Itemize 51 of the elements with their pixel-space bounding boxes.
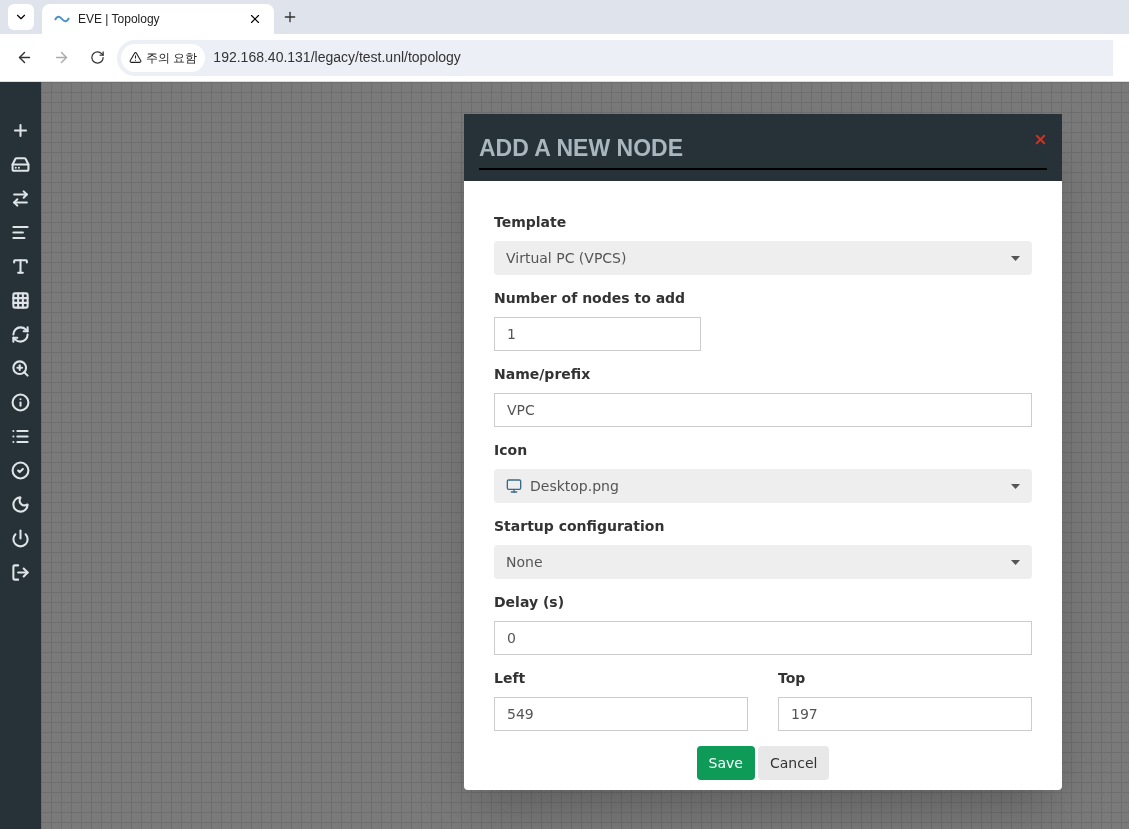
input-field[interactable]: 549 [494,697,748,731]
field-label: Startup configuration [494,517,666,536]
new-tab-icon[interactable] [282,9,298,25]
caret-icon [1011,559,1020,565]
list-icon[interactable] [11,427,30,446]
field-label: Icon [494,441,529,460]
field-label: Delay (s) [494,593,566,612]
zoom-icon[interactable] [11,359,30,378]
url-text: 192.168.40.131/legacy/test.unl/topology [213,48,461,67]
close-icon[interactable] [248,12,262,26]
field-label: Name/prefix [494,365,592,384]
add-icon[interactable] [11,121,30,140]
field-label: Number of nodes to add [494,289,687,308]
field-label: Left [494,669,527,688]
lines-icon[interactable] [11,223,30,242]
select-field[interactable]: None [494,545,1032,579]
letter-icon[interactable] [11,257,30,276]
swap-arrows-icon[interactable] [11,189,30,208]
refresh-icon[interactable] [11,325,30,344]
input-field[interactable]: 0 [494,621,1032,655]
select-value: Desktop.png [530,476,619,496]
select-field[interactable]: Virtual PC (VPCS) [494,241,1032,275]
input-field[interactable]: 1 [494,317,701,351]
input-field[interactable]: VPC [494,393,1032,427]
input-field[interactable]: 197 [778,697,1032,731]
select-value: None [506,552,543,572]
security-chip[interactable]: 주의 요함 [121,43,206,72]
drive-icon[interactable] [11,155,30,174]
address-bar[interactable]: 주의 요함 192.168.40.131/legacy/test.unl/topology [117,39,1113,76]
select-field[interactable]: Desktop.png [494,469,1032,503]
power-icon[interactable] [11,529,30,548]
back-icon[interactable] [16,49,33,66]
field-label: Template [494,213,568,232]
logout-icon[interactable] [11,563,30,582]
save-button[interactable]: Save [696,746,755,780]
dialog-title: ADD A NEW NODE [479,131,1047,170]
check-circle-icon[interactable] [11,461,30,480]
caret-icon [1011,255,1020,261]
eve-logo-icon [54,14,70,24]
tab-list-button[interactable] [8,4,34,30]
select-value: Virtual PC (VPCS) [506,248,627,268]
warning-icon [129,51,142,64]
tab-title: EVE | Topology [78,11,161,28]
moon-icon[interactable] [11,495,30,514]
caret-icon [1011,483,1020,489]
grid-icon[interactable] [11,291,30,310]
reload-icon[interactable] [90,50,105,65]
browser-tab[interactable]: EVE | Topology [42,4,274,34]
field-label: Top [778,669,807,688]
cancel-button[interactable]: Cancel [757,746,830,780]
info-icon[interactable] [11,393,30,412]
